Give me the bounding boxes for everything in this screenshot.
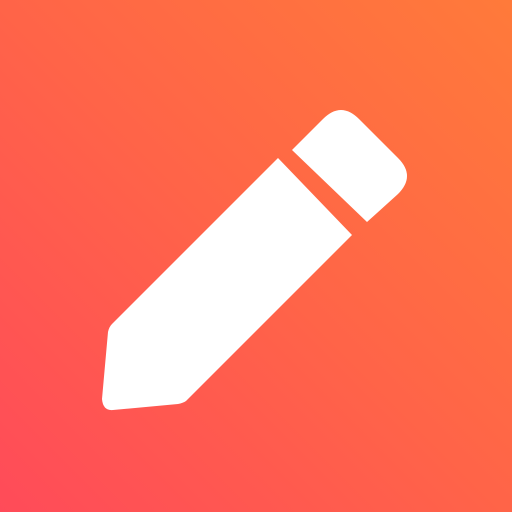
app-icon-tile[interactable] [0,0,512,512]
pencil-icon [102,110,407,411]
pencil-body [102,158,352,411]
